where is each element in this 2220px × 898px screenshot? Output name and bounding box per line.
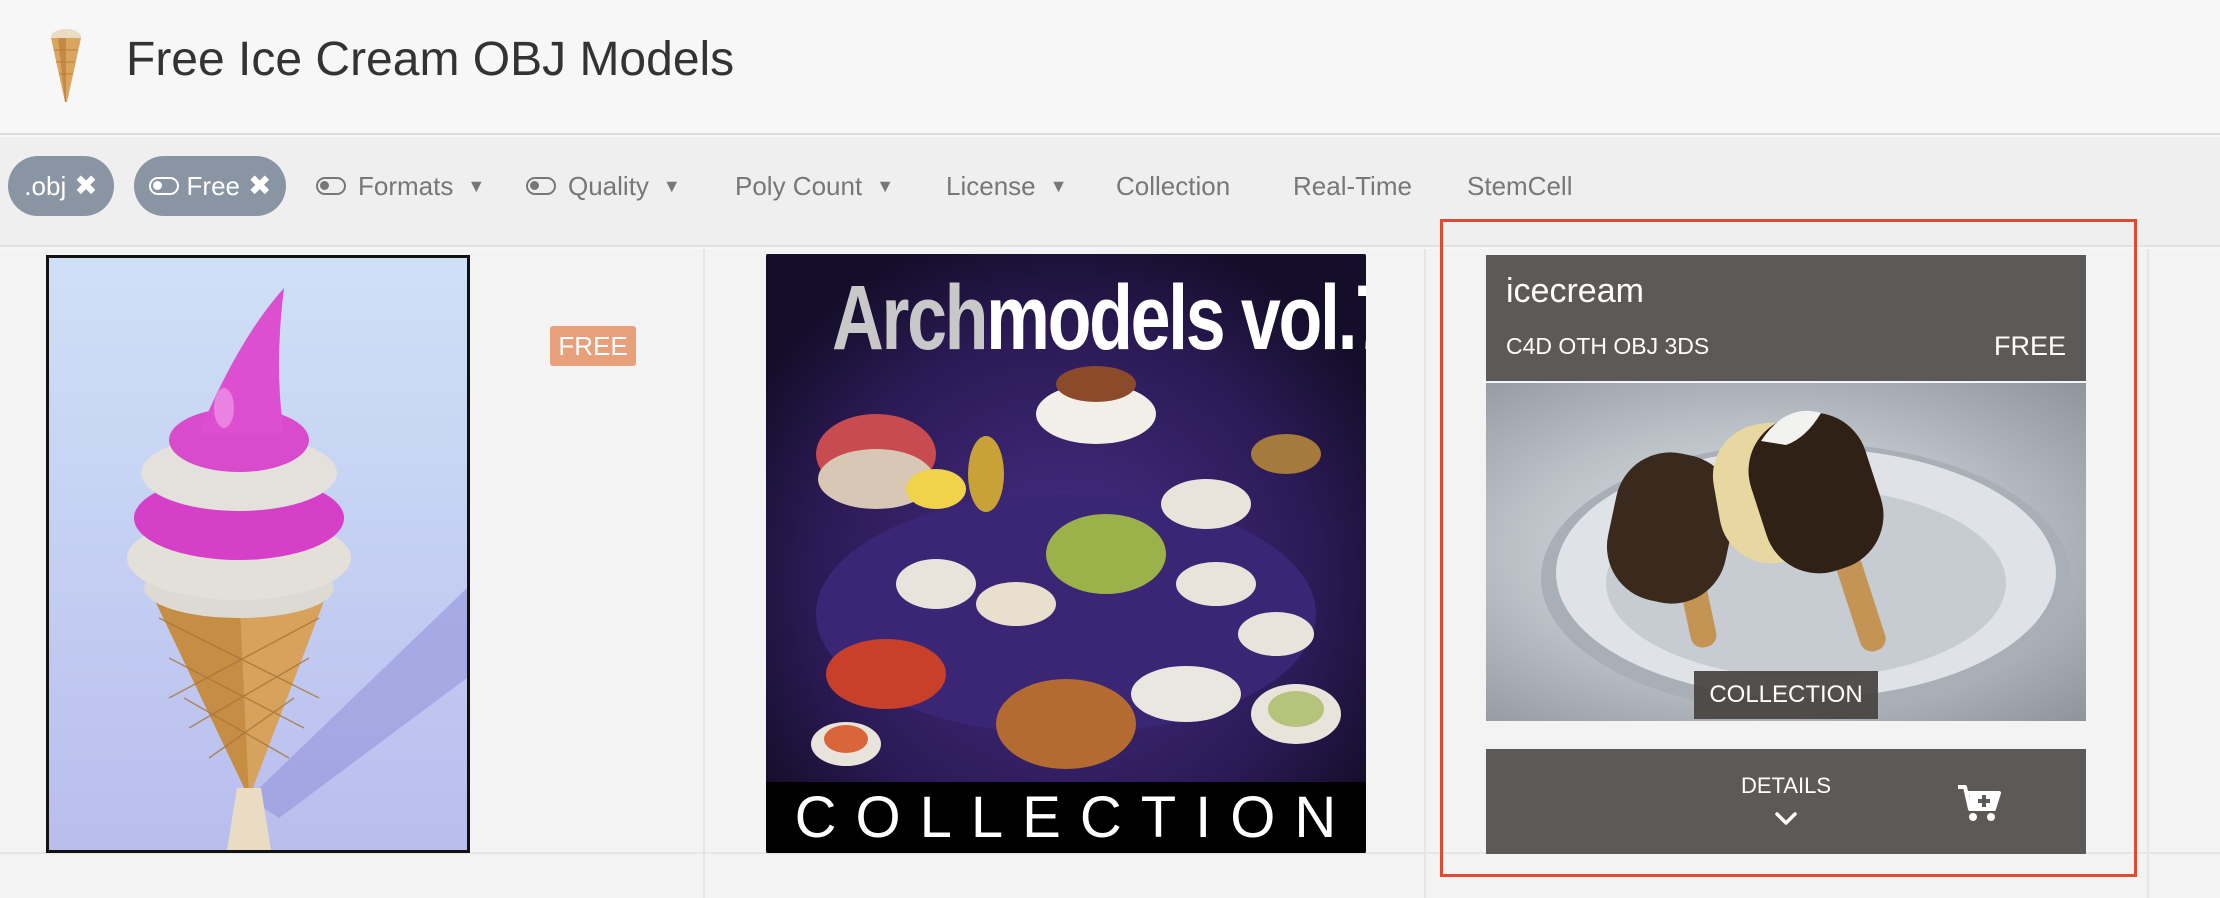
caret-down-icon: ▼ xyxy=(662,175,681,196)
site-header: Free Ice Cream OBJ Models xyxy=(0,0,2220,135)
chevron-down-icon[interactable] xyxy=(1774,807,1798,831)
grid-divider xyxy=(2147,249,2149,898)
free-badge: FREE xyxy=(550,326,636,366)
product-name[interactable]: icecream xyxy=(1506,269,1644,313)
filter-license[interactable]: License ▼ xyxy=(946,166,1067,206)
filter-stemcell[interactable]: StemCell xyxy=(1467,166,1572,206)
caret-down-icon: ▼ xyxy=(876,175,895,196)
filter-chip-label: Free xyxy=(186,170,240,201)
filter-quality[interactable]: Quality ▼ xyxy=(526,166,681,206)
product-thumbnail-archmodels[interactable]: Archmodels vol.76 COLLECTION xyxy=(766,254,1366,853)
product-thumbnail-ice-cream-cone[interactable] xyxy=(46,255,470,853)
archmodels-title-part: Arch xyxy=(832,267,988,369)
product-formats: C4D OTH OBJ 3DS xyxy=(1506,333,1710,359)
details-button[interactable]: DETAILS xyxy=(1741,773,1831,799)
filter-collection[interactable]: Collection xyxy=(1116,166,1230,206)
caret-down-icon: ▼ xyxy=(467,175,486,196)
filter-label: License xyxy=(946,170,1036,201)
close-icon[interactable]: ✖ xyxy=(74,172,97,200)
filter-label: Real-Time xyxy=(1293,170,1412,201)
grid-divider xyxy=(703,249,705,898)
filter-chip-obj[interactable]: .obj ✖ xyxy=(8,156,114,216)
archmodels-title-part: models vol.76 xyxy=(986,267,1366,369)
toggle-icon[interactable] xyxy=(526,177,556,195)
ice-cream-cone-render xyxy=(127,288,467,850)
ice-cream-cone-icon[interactable] xyxy=(46,28,86,104)
filter-label: Quality xyxy=(568,170,649,201)
collection-label[interactable]: COLLECTION xyxy=(1694,671,1878,719)
caret-down-icon: ▼ xyxy=(1049,175,1068,196)
toggle-icon[interactable] xyxy=(316,177,346,195)
filter-real-time[interactable]: Real-Time xyxy=(1293,166,1412,206)
add-to-cart-icon[interactable] xyxy=(1956,783,2002,823)
filter-formats[interactable]: Formats ▼ xyxy=(316,166,485,206)
filter-label: StemCell xyxy=(1467,170,1573,201)
archmodels-title: Archmodels vol.76 xyxy=(832,267,1366,369)
filter-label: Collection xyxy=(1116,170,1231,201)
archmodels-footer: COLLECTION xyxy=(766,782,1366,853)
filter-poly-count[interactable]: Poly Count ▼ xyxy=(735,166,894,206)
toggle-icon[interactable] xyxy=(148,177,179,195)
product-card-header[interactable]: icecream C4D OTH OBJ 3DS FREE xyxy=(1486,255,2086,381)
close-icon[interactable]: ✖ xyxy=(248,172,271,200)
filter-chip-label: .obj xyxy=(24,170,67,201)
filter-label: Poly Count xyxy=(735,170,863,201)
grid-divider xyxy=(1424,249,1426,898)
filter-chip-free[interactable]: Free ✖ xyxy=(134,156,286,216)
product-card-actions: DETAILS xyxy=(1486,749,2086,854)
product-price: FREE xyxy=(1993,331,2066,361)
page-title: Free Ice Cream OBJ Models xyxy=(126,33,735,86)
filter-label: Formats xyxy=(358,170,454,201)
